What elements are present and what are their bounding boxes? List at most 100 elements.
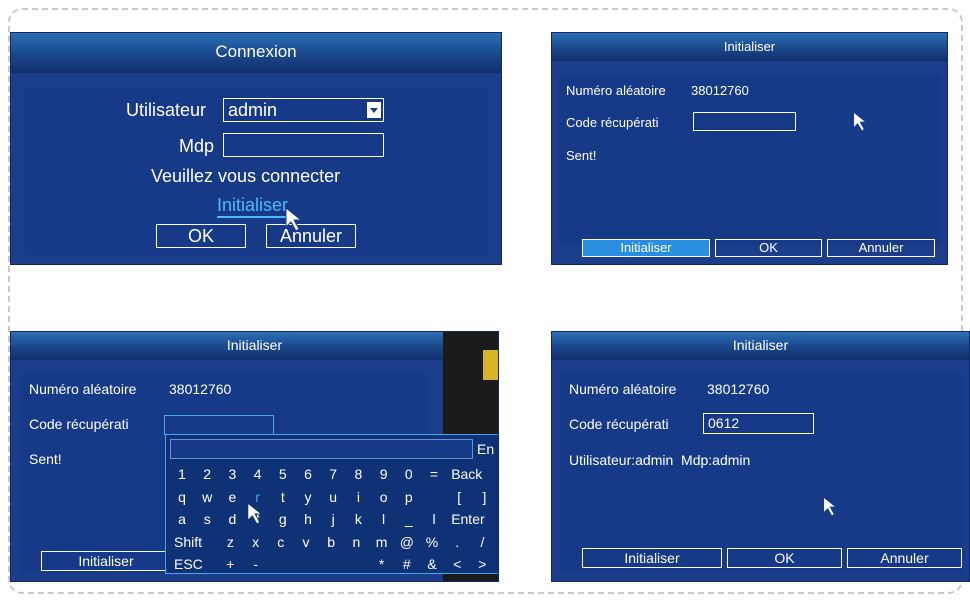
keyboard-key[interactable]: -	[244, 553, 268, 575]
keyboard-key[interactable]: d	[220, 508, 244, 530]
user-select[interactable]: admin	[223, 98, 384, 122]
keyboard-key[interactable]: 0	[397, 463, 421, 485]
keyboard-key[interactable]: l	[372, 508, 396, 530]
keyboard-key[interactable]: c	[269, 531, 293, 553]
keyboard-key[interactable]: Shift	[170, 531, 216, 553]
keyboard-key[interactable]: 2	[195, 463, 219, 485]
init-title: Initialiser	[723, 39, 776, 54]
init-dialog-result: Initialiser Numéro aléatoire 38012760 Co…	[551, 331, 970, 582]
init-button[interactable]: Initialiser	[582, 548, 722, 568]
keyboard-key[interactable]: n	[344, 531, 368, 553]
keyboard-key[interactable]: b	[319, 531, 343, 553]
keyboard-key[interactable]: j	[321, 508, 345, 530]
keyboard-key[interactable]: h	[296, 508, 320, 530]
init-body	[558, 75, 941, 245]
keyboard-key[interactable]: k	[346, 508, 370, 530]
keyboard-key	[344, 553, 368, 575]
keyboard-key[interactable]: ESC	[170, 553, 216, 575]
random-number-value: 38012760	[169, 381, 232, 397]
reset-link[interactable]: Initialiser	[217, 195, 289, 218]
keyboard-key[interactable]: v	[294, 531, 318, 553]
login-ok-button[interactable]: OK	[156, 224, 246, 248]
user-label: Utilisateur	[126, 100, 207, 120]
keyboard-key[interactable]: /	[470, 531, 494, 553]
init-title: Initialiser	[732, 337, 789, 353]
keyboard-key[interactable]: a	[170, 508, 194, 530]
keyboard-key[interactable]: ]	[472, 486, 496, 508]
keyboard-key[interactable]: u	[321, 486, 345, 508]
keyboard-key[interactable]: e	[220, 486, 244, 508]
keyboard-key[interactable]: @	[395, 531, 419, 553]
login-cancel-button[interactable]: Annuler	[266, 224, 356, 248]
init-dialog-sent: Initialiser Numéro aléatoire 38012760 Co…	[551, 32, 948, 265]
chevron-down-icon[interactable]	[367, 102, 381, 118]
status-text: Sent!	[29, 451, 62, 467]
init-title: Initialiser	[226, 337, 283, 353]
keyboard-key[interactable]: _	[397, 508, 421, 530]
login-title: Connexion	[215, 42, 297, 61]
recovery-code-field[interactable]: 0612	[703, 413, 814, 434]
keyboard-key[interactable]: p	[397, 486, 421, 508]
keyboard-key[interactable]: i	[346, 486, 370, 508]
keyboard-key[interactable]: *	[370, 553, 394, 575]
keyboard-key[interactable]: 1	[170, 463, 194, 485]
keyboard-key[interactable]: &	[420, 553, 444, 575]
keyboard-key[interactable]: 4	[246, 463, 270, 485]
init-cancel-button[interactable]: Annuler	[827, 239, 935, 257]
keyboard-key[interactable]: <	[445, 553, 469, 575]
keyboard-key[interactable]: z	[218, 531, 242, 553]
keyboard-key[interactable]: >	[470, 553, 494, 575]
keyboard-key	[319, 553, 343, 575]
keyboard-key[interactable]: m	[370, 531, 394, 553]
keyboard-key	[294, 553, 318, 575]
keyboard-key[interactable]: w	[195, 486, 219, 508]
keyboard-key[interactable]: Enter	[447, 508, 493, 530]
password-field[interactable]	[223, 133, 384, 157]
password-label: Mdp	[179, 136, 215, 156]
keyboard-key[interactable]: 7	[321, 463, 345, 485]
keyboard-key[interactable]: g	[271, 508, 295, 530]
mouse-pointer-icon	[284, 206, 306, 233]
recovery-code-field[interactable]	[693, 112, 796, 131]
keyboard-key[interactable]: l	[422, 508, 446, 530]
keyboard-key[interactable]: t	[271, 486, 295, 508]
recovery-code-label: Code récupérati	[29, 416, 129, 432]
init-dialog-keyboard: Initialiser Numéro aléatoire 38012760 Co…	[10, 331, 499, 582]
init-button[interactable]: Initialiser	[41, 551, 171, 571]
keyboard-key[interactable]: #	[395, 553, 419, 575]
credentials-result: Utilisateur:admin Mdp:admin	[569, 452, 751, 468]
user-select-value: admin	[228, 100, 278, 120]
keyboard-key	[422, 486, 446, 508]
init-ok-button[interactable]: OK	[727, 548, 842, 568]
keyboard-key[interactable]: 6	[296, 463, 320, 485]
init-titlebar: Initialiser	[552, 33, 947, 61]
keyboard-key[interactable]: =	[422, 463, 446, 485]
virtual-keyboard: En 1234567890=Backqwertyuiop[]asdfghjkl_…	[165, 434, 498, 575]
keyboard-key[interactable]: s	[195, 508, 219, 530]
recovery-code-field[interactable]	[164, 415, 274, 435]
camera-background-detail	[483, 350, 498, 380]
mouse-pointer-icon	[246, 502, 266, 526]
keyboard-key[interactable]: x	[244, 531, 268, 553]
init-button[interactable]: Initialiser	[582, 239, 710, 257]
keyboard-language[interactable]: En	[477, 441, 494, 457]
keyboard-key[interactable]: 8	[346, 463, 370, 485]
keyboard-key[interactable]: q	[170, 486, 194, 508]
keyboard-key[interactable]: [	[447, 486, 471, 508]
keyboard-input[interactable]	[170, 439, 473, 459]
init-cancel-button[interactable]: Annuler	[847, 548, 962, 568]
keyboard-key[interactable]: o	[372, 486, 396, 508]
keyboard-key[interactable]: %	[420, 531, 444, 553]
mouse-pointer-icon	[852, 111, 870, 133]
keyboard-key[interactable]: 5	[271, 463, 295, 485]
init-titlebar: Initialiser	[11, 332, 498, 360]
keyboard-key[interactable]: +	[218, 553, 242, 575]
keyboard-key[interactable]: .	[445, 531, 469, 553]
keyboard-key[interactable]: 9	[372, 463, 396, 485]
keyboard-key[interactable]: y	[296, 486, 320, 508]
init-ok-button[interactable]: OK	[715, 239, 822, 257]
keyboard-key[interactable]: Back	[447, 463, 493, 485]
login-titlebar: Connexion	[11, 33, 501, 73]
keyboard-key	[269, 553, 293, 575]
keyboard-key[interactable]: 3	[220, 463, 244, 485]
